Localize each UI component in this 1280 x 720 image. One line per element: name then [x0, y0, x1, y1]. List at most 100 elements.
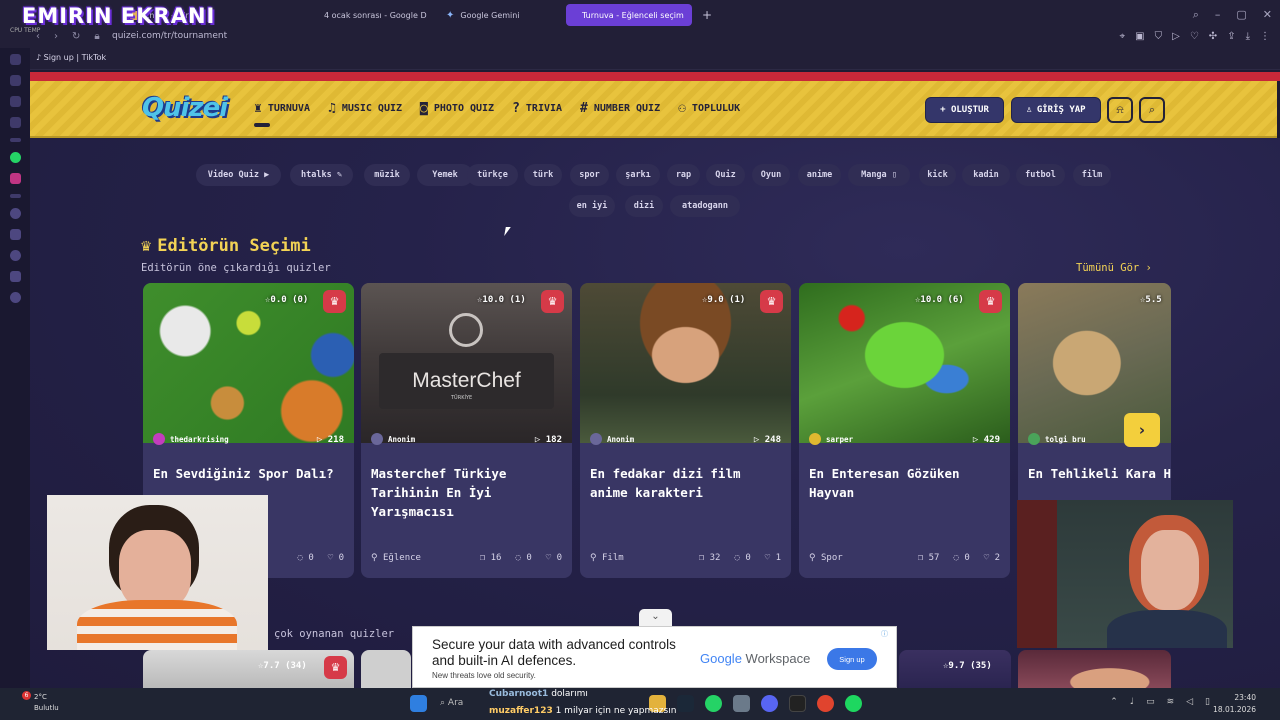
minimize-icon[interactable]: – — [1215, 8, 1221, 22]
whatsapp-taskbar-icon[interactable] — [705, 695, 722, 712]
taskbar-clock[interactable]: 23:40 18.01.2026 — [1213, 692, 1256, 716]
quiz-card[interactable]: MasterChef TÜRKİYE ☆10.0 (1) ♛ Anonim ▷ … — [361, 283, 572, 578]
discord-icon[interactable] — [9, 96, 21, 107]
shield-icon[interactable]: ⛉ — [1155, 31, 1163, 42]
tag-chip[interactable]: en iyi — [569, 195, 615, 217]
tag-chip[interactable]: htalks ✎ — [290, 164, 353, 186]
card-author[interactable]: Anonim — [590, 433, 634, 445]
bookmark-tiktok[interactable]: ♪ Sign up | TikTok — [36, 53, 106, 62]
chrome-icon[interactable] — [817, 695, 834, 712]
tag-chip[interactable]: kick — [919, 164, 956, 186]
extensions-icon[interactable]: ✣ — [1209, 31, 1217, 42]
site-logo[interactable]: Quizei — [142, 93, 228, 123]
twitch-icon[interactable] — [9, 117, 21, 128]
notifications-button[interactable]: ⍾ — [1107, 97, 1133, 123]
tag-chip[interactable]: Quiz — [706, 164, 745, 186]
card-author[interactable]: Anonim — [371, 433, 415, 445]
tag-chip[interactable]: Yemek — [417, 164, 473, 186]
wifi-icon[interactable]: ≋ — [1167, 697, 1175, 707]
tag-chip[interactable]: kadin — [962, 164, 1010, 186]
nav-topluluk[interactable]: ⚇ TOPLULUK — [678, 101, 740, 116]
popular-card-image[interactable] — [1018, 650, 1171, 690]
nav-number-quiz[interactable]: # NUMBER QUIZ — [580, 101, 660, 116]
search-button[interactable]: ⌕ — [1139, 97, 1165, 123]
tag-chip[interactable]: şarkı — [616, 164, 660, 186]
windows-start-icon[interactable] — [410, 695, 427, 712]
card-author[interactable]: thedarkrising — [153, 433, 229, 445]
spotify-icon[interactable] — [845, 695, 862, 712]
share-icon[interactable]: ⇪ — [1227, 31, 1235, 42]
mic-icon[interactable]: ♩ — [1130, 697, 1134, 707]
like-count[interactable]: ♡ 2 — [984, 553, 1000, 563]
tag-chip[interactable]: spor — [570, 164, 609, 186]
lock-icon[interactable]: 🔒︎ — [94, 31, 99, 42]
tag-chip[interactable]: rap — [667, 164, 700, 186]
quiz-card[interactable]: ☆9.0 (1) ♛ Anonim ▷ 248 En fedakar dizi … — [580, 283, 791, 578]
whatsapp-icon[interactable] — [9, 152, 21, 163]
carousel-next-button[interactable]: › — [1124, 413, 1160, 447]
google-ad-banner[interactable]: Secure your data with advanced controls … — [412, 626, 897, 688]
ad-signup-button[interactable]: Sign up — [827, 648, 877, 670]
tag-chip[interactable]: anime — [798, 164, 841, 186]
forward-icon[interactable]: › — [54, 31, 58, 42]
taskbar-search[interactable]: ⌕ Ara — [440, 698, 463, 708]
nav-turnuva[interactable]: ♜ TURNUVA — [254, 101, 310, 116]
tab-gemini[interactable]: ✦ Google Gemini — [436, 4, 560, 26]
player-icon[interactable] — [9, 208, 21, 219]
popular-card-image[interactable] — [361, 650, 411, 690]
tag-chip[interactable]: Video Quiz ▶ — [196, 164, 281, 186]
close-icon[interactable]: ✕ — [1263, 8, 1272, 22]
tag-chip[interactable]: atadogann — [670, 195, 740, 217]
card-title[interactable]: En Enteresan Gözüken Hayvan — [809, 464, 1004, 502]
card-title[interactable]: En Tehlikeli Kara Hayvanı Hangisi? — [1028, 464, 1171, 483]
play-icon[interactable]: ▷ — [1172, 31, 1180, 42]
pin-icon[interactable]: ⌖ — [1120, 31, 1126, 42]
tab-google-docs[interactable]: 4 ocak sonrası - Google D — [308, 4, 434, 26]
card-author[interactable]: tolgi bru — [1028, 433, 1086, 445]
card-category[interactable]: ⚲ Eğlence — [371, 553, 421, 563]
instagram-icon[interactable] — [9, 173, 21, 184]
tag-chip[interactable]: türk — [524, 164, 562, 186]
nav-music-quiz[interactable]: ♫ MUSIC QUIZ — [328, 101, 402, 116]
card-title[interactable]: Masterchef Türkiye Tarihinin En İyi Yarı… — [371, 464, 566, 521]
settings-taskbar-icon[interactable] — [733, 695, 750, 712]
create-button[interactable]: + OLUŞTUR — [925, 97, 1004, 123]
volume-icon[interactable]: ◁ — [1186, 697, 1193, 707]
terminal-icon[interactable] — [789, 695, 806, 712]
steam-icon[interactable] — [677, 695, 694, 712]
tag-chip[interactable]: futbol — [1016, 164, 1065, 186]
card-title[interactable]: En Sevdiğiniz Spor Dalı? — [153, 464, 348, 483]
tag-chip[interactable]: film — [1073, 164, 1111, 186]
like-count[interactable]: ♡ 1 — [765, 553, 781, 563]
download-icon[interactable]: ⤓ — [1246, 31, 1250, 42]
monitor-icon[interactable]: ▭ — [1146, 697, 1155, 707]
card-title[interactable]: En fedakar dizi film anime karakteri — [590, 464, 785, 502]
heart-icon[interactable]: ♡ — [1190, 31, 1199, 42]
battery-icon[interactable]: ▯ — [1205, 697, 1210, 707]
card-author[interactable]: sarper — [809, 433, 853, 445]
popular-card-image[interactable] — [143, 650, 354, 690]
new-tab-button[interactable]: + — [692, 4, 712, 26]
chevron-up-icon[interactable]: ⌃ — [1110, 697, 1118, 707]
discord-taskbar-icon[interactable] — [761, 695, 778, 712]
tag-chip[interactable]: müzik — [364, 164, 410, 186]
history-icon[interactable] — [9, 250, 21, 261]
ad-info-icon[interactable]: ⓘ — [881, 629, 888, 639]
chat-icon[interactable] — [9, 271, 21, 282]
settings-icon[interactable] — [9, 292, 21, 303]
tab-quizei[interactable]: Turnuva - Eğlenceli seçim — [566, 4, 692, 26]
bookmarks-icon[interactable] — [9, 229, 21, 240]
url-field[interactable]: quizei.com/tr/tournament — [112, 31, 227, 41]
screenshot-icon[interactable]: ▣ — [1135, 31, 1144, 42]
ad-collapse-button[interactable]: ⌄ — [639, 609, 672, 626]
messenger-icon[interactable] — [9, 54, 21, 65]
vk-icon[interactable] — [9, 75, 21, 86]
nav-trivia[interactable]: ? TRIVIA — [512, 101, 562, 116]
tag-chip[interactable]: türkçe — [467, 164, 518, 186]
login-button[interactable]: ♙ GİRİŞ YAP — [1011, 97, 1101, 123]
tag-chip[interactable]: Oyun — [752, 164, 790, 186]
like-count[interactable]: ♡ 0 — [546, 553, 562, 563]
maximize-icon[interactable]: ▢ — [1236, 8, 1246, 22]
see-all-link[interactable]: Tümünü Gör › — [1076, 262, 1152, 274]
weather-widget[interactable]: 2°C Bulutlu — [34, 692, 59, 714]
